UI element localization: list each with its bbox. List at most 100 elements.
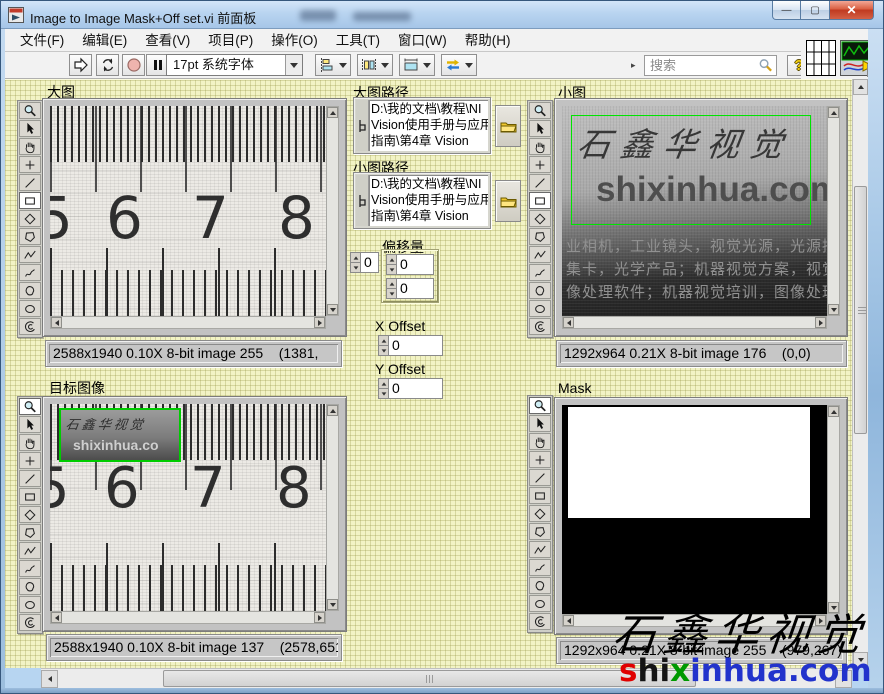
scroll-up-button[interactable] <box>853 79 868 95</box>
freehand-region-tool[interactable] <box>529 282 551 299</box>
reorder-objects-button[interactable] <box>441 54 477 76</box>
minimize-button[interactable]: — <box>772 1 801 20</box>
broken-line-tool[interactable] <box>19 246 41 263</box>
vertical-scrollbar[interactable] <box>827 106 840 316</box>
menu-item-view[interactable]: 查看(V) <box>136 29 199 51</box>
oval-tool[interactable] <box>529 300 551 317</box>
polygon-tool[interactable] <box>529 228 551 245</box>
target-image-viewport[interactable]: 5 6 7 8 石鑫华视觉 shixinhua.co <box>50 404 326 611</box>
horizontal-scroll-thumb[interactable] <box>163 670 696 687</box>
menu-item-file[interactable]: 文件(F) <box>11 29 73 51</box>
big-image-browse-button[interactable] <box>495 105 521 147</box>
annulus-tool[interactable] <box>19 318 41 335</box>
big-image-path-value[interactable]: D:\我的文档\教程\NI Vision使用手册与应用 指南\第4章 Visio… <box>369 100 488 151</box>
broken-line-tool[interactable] <box>19 542 41 559</box>
point-tool[interactable] <box>529 156 551 173</box>
titlebar[interactable]: Image to Image Mask+Off set.vi 前面板 — ▢ ✕ <box>1 1 884 29</box>
broken-line-tool[interactable] <box>529 246 551 263</box>
cursor-tool[interactable] <box>19 416 41 433</box>
increment-button[interactable] <box>350 252 361 263</box>
small-image-path-value[interactable]: D:\我的文档\教程\NI Vision使用手册与应用 指南\第4章 Visio… <box>369 175 488 226</box>
line-tool[interactable] <box>529 469 551 486</box>
point-tool[interactable] <box>529 451 551 468</box>
increment-button[interactable] <box>378 335 389 346</box>
scroll-down-button[interactable] <box>828 602 839 613</box>
annulus-tool[interactable] <box>529 613 551 630</box>
vertical-scrollbar[interactable] <box>326 106 339 316</box>
zoom-tool[interactable] <box>529 397 551 414</box>
scroll-right-button[interactable] <box>314 317 325 328</box>
path-type-icon[interactable] <box>356 100 369 151</box>
big-image-viewport[interactable]: 5 6 7 8 <box>50 106 326 316</box>
y-offset-value-field[interactable]: 0 <box>389 378 443 399</box>
scroll-left-button[interactable] <box>41 670 58 688</box>
scroll-up-button[interactable] <box>327 107 338 118</box>
pan-tool[interactable] <box>19 434 41 451</box>
pan-tool[interactable] <box>19 138 41 155</box>
freehand-line-tool[interactable] <box>19 560 41 577</box>
scroll-right-button[interactable] <box>815 317 826 328</box>
mask-viewport[interactable] <box>562 405 827 614</box>
annulus-tool[interactable] <box>529 318 551 335</box>
search-options-button[interactable]: ▸ <box>631 58 642 72</box>
rotated-rectangle-tool[interactable] <box>19 210 41 227</box>
run-continuously-button[interactable] <box>96 54 119 76</box>
pan-tool[interactable] <box>529 138 551 155</box>
horizontal-scrollbar[interactable] <box>562 614 827 627</box>
cursor-tool[interactable] <box>19 120 41 137</box>
scroll-right-button[interactable] <box>835 670 852 688</box>
window-vertical-scrollbar[interactable] <box>852 79 868 668</box>
scroll-left-button[interactable] <box>51 317 62 328</box>
path-type-icon[interactable] <box>356 175 369 226</box>
vertical-scroll-thumb[interactable] <box>854 186 867 434</box>
font-selector-dropdown[interactable] <box>285 55 302 75</box>
vertical-scrollbar[interactable] <box>326 404 339 611</box>
oval-tool[interactable] <box>529 595 551 612</box>
value-field[interactable]: 0 <box>397 278 434 299</box>
increment-button[interactable] <box>386 278 397 289</box>
cursor-tool[interactable] <box>529 120 551 137</box>
decrement-button[interactable] <box>378 389 389 399</box>
scroll-down-button[interactable] <box>327 304 338 315</box>
polygon-tool[interactable] <box>19 228 41 245</box>
scroll-down-button[interactable] <box>853 652 868 668</box>
menu-item-help[interactable]: 帮助(H) <box>456 29 520 51</box>
small-image-viewport[interactable]: 石鑫华视觉 shixinhua.com 业相机，工业镜头，视觉光源，光源控制器 … <box>562 106 827 316</box>
freehand-region-tool[interactable] <box>529 577 551 594</box>
window-horizontal-scrollbar[interactable] <box>41 668 852 688</box>
small-image-browse-button[interactable] <box>495 180 521 222</box>
horizontal-scrollbar[interactable] <box>50 316 326 329</box>
oval-tool[interactable] <box>19 596 41 613</box>
horizontal-scrollbar[interactable] <box>50 611 326 624</box>
vertical-scrollbar[interactable] <box>827 405 840 614</box>
zoom-tool[interactable] <box>529 102 551 119</box>
zoom-tool[interactable] <box>19 398 41 415</box>
connector-pane-icon[interactable] <box>806 40 836 76</box>
rotated-rectangle-tool[interactable] <box>19 506 41 523</box>
scroll-up-button[interactable] <box>828 406 839 417</box>
distribute-objects-button[interactable] <box>357 54 393 76</box>
decrement-button[interactable] <box>386 265 397 275</box>
increment-button[interactable] <box>386 254 397 265</box>
polygon-tool[interactable] <box>529 523 551 540</box>
increment-button[interactable] <box>378 378 389 389</box>
freehand-region-tool[interactable] <box>19 282 41 299</box>
horizontal-scrollbar[interactable] <box>562 316 827 329</box>
decrement-button[interactable] <box>378 346 389 356</box>
annulus-tool[interactable] <box>19 614 41 631</box>
rectangle-tool[interactable] <box>19 192 41 209</box>
x-offset-value-field[interactable]: 0 <box>389 335 443 356</box>
freehand-line-tool[interactable] <box>19 264 41 281</box>
freehand-line-tool[interactable] <box>529 264 551 281</box>
pan-tool[interactable] <box>529 433 551 450</box>
decrement-button[interactable] <box>386 289 397 299</box>
scroll-right-button[interactable] <box>815 615 826 626</box>
align-objects-button[interactable] <box>315 54 351 76</box>
abort-button[interactable] <box>122 54 145 76</box>
cursor-tool[interactable] <box>529 415 551 432</box>
scroll-right-button[interactable] <box>314 612 325 623</box>
point-tool[interactable] <box>19 452 41 469</box>
scroll-up-button[interactable] <box>828 107 839 118</box>
menu-item-project[interactable]: 项目(P) <box>199 29 262 51</box>
rectangle-tool[interactable] <box>529 192 551 209</box>
